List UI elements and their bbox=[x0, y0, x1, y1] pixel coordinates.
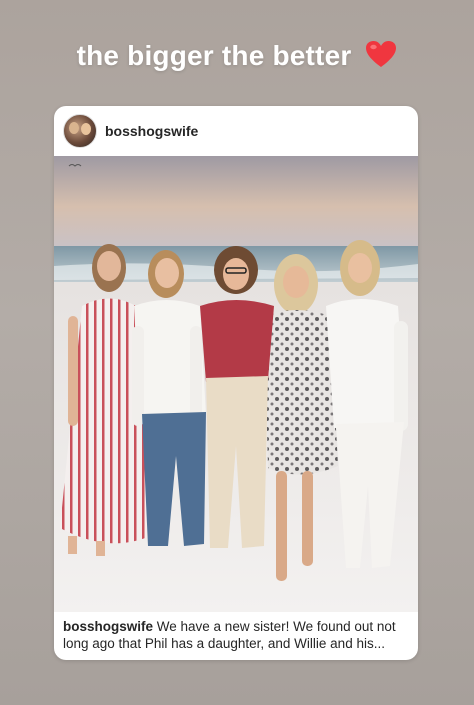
story-caption: the bigger the better bbox=[0, 40, 474, 75]
avatar[interactable] bbox=[63, 114, 97, 148]
post-photo[interactable] bbox=[54, 156, 418, 612]
caption-username[interactable]: bosshogswife bbox=[63, 619, 153, 634]
post-caption[interactable]: bosshogswife We have a new sister! We fo… bbox=[63, 618, 411, 652]
story-caption-text: the bigger the better bbox=[76, 40, 352, 71]
post-header[interactable]: bosshogswife bbox=[54, 106, 418, 156]
post-username[interactable]: bosshogswife bbox=[105, 123, 198, 139]
shared-post-card[interactable]: bosshogswife bosshogswife We have a new … bbox=[54, 106, 418, 660]
heart-icon bbox=[365, 40, 397, 75]
